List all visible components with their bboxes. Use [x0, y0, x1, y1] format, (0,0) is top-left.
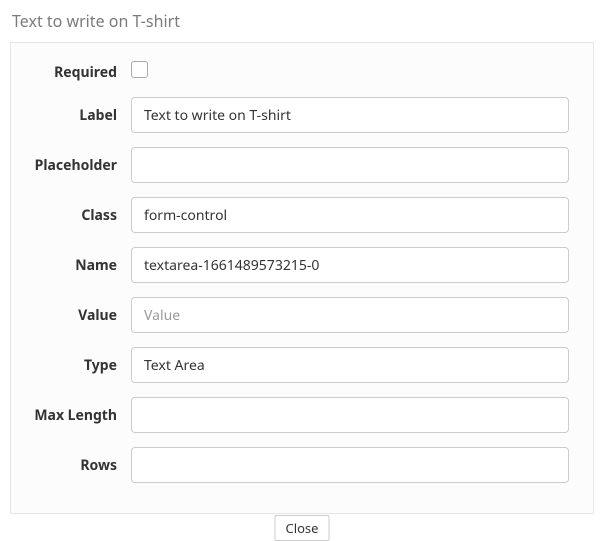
- row-required: Required: [11, 61, 569, 83]
- label-placeholder: Placeholder: [11, 156, 131, 175]
- field-type: [131, 347, 569, 383]
- close-button[interactable]: Close: [275, 515, 330, 541]
- label-maxlength: Max Length: [11, 406, 131, 425]
- placeholder-input[interactable]: [131, 147, 569, 183]
- config-dialog: Text to write on T-shirt Required Label …: [0, 0, 604, 511]
- label-value: Value: [11, 306, 131, 325]
- field-required: [131, 61, 569, 83]
- label-rows: Rows: [11, 456, 131, 475]
- row-name: Name: [11, 247, 569, 283]
- label-name: Name: [11, 256, 131, 275]
- class-input[interactable]: [131, 197, 569, 233]
- row-rows: Rows: [11, 447, 569, 483]
- label-label: Label: [11, 106, 131, 125]
- field-placeholder: [131, 147, 569, 183]
- row-maxlength: Max Length: [11, 397, 569, 433]
- field-value: [131, 297, 569, 333]
- row-value: Value: [11, 297, 569, 333]
- required-checkbox[interactable]: [131, 61, 148, 78]
- row-class: Class: [11, 197, 569, 233]
- panel-wrapper: Required Label Placeholder Class: [10, 42, 594, 528]
- type-input[interactable]: [131, 347, 569, 383]
- footer: Close: [275, 515, 330, 541]
- value-input[interactable]: [131, 297, 569, 333]
- dialog-title: Text to write on T-shirt: [12, 10, 594, 32]
- label-input[interactable]: [131, 97, 569, 133]
- maxlength-input[interactable]: [131, 397, 569, 433]
- form-panel: Required Label Placeholder Class: [10, 42, 594, 514]
- row-label: Label: [11, 97, 569, 133]
- field-maxlength: [131, 397, 569, 433]
- field-rows: [131, 447, 569, 483]
- field-label: [131, 97, 569, 133]
- row-type: Type: [11, 347, 569, 383]
- label-type: Type: [11, 356, 131, 375]
- label-class: Class: [11, 206, 131, 225]
- row-placeholder: Placeholder: [11, 147, 569, 183]
- name-input[interactable]: [131, 247, 569, 283]
- label-required: Required: [11, 63, 131, 82]
- field-name: [131, 247, 569, 283]
- field-class: [131, 197, 569, 233]
- rows-input[interactable]: [131, 447, 569, 483]
